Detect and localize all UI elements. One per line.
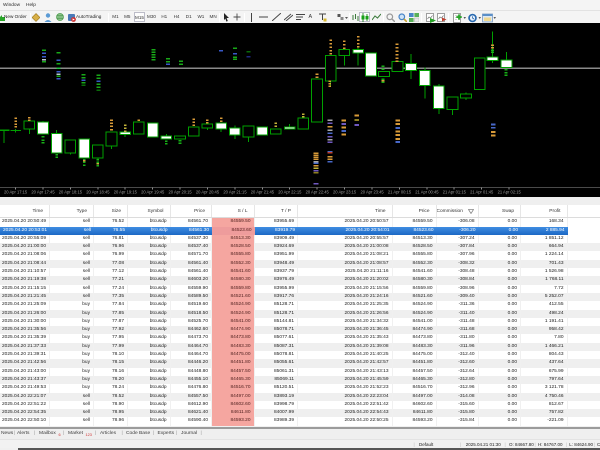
svg-text:20 Apr 18:45: 20 Apr 18:45 [86,190,110,195]
svg-text:20 Apr 19:45: 20 Apr 19:45 [141,190,165,195]
svg-text:20 Apr 23:45: 20 Apr 23:45 [360,190,384,195]
svg-text:21 Apr 00:45: 21 Apr 00:45 [415,190,439,195]
svg-text:20 Apr 22:45: 20 Apr 22:45 [306,190,330,195]
svg-text:21 Apr 01:45: 21 Apr 01:45 [470,190,494,195]
svg-text:20 Apr 19:15: 20 Apr 19:15 [114,190,138,195]
svg-text:20 Apr 17:15: 20 Apr 17:15 [4,190,28,195]
svg-text:21 Apr 00:15: 21 Apr 00:15 [388,190,412,195]
svg-text:20 Apr 18:15: 20 Apr 18:15 [59,190,83,195]
svg-text:20 Apr 21:15: 20 Apr 21:15 [223,190,247,195]
svg-text:21 Apr 02:15: 21 Apr 02:15 [498,190,522,195]
svg-text:20 Apr 22:15: 20 Apr 22:15 [278,190,302,195]
svg-text:20 Apr 20:15: 20 Apr 20:15 [168,190,192,195]
svg-text:20 Apr 20:45: 20 Apr 20:45 [196,190,220,195]
svg-text:20 Apr 21:45: 20 Apr 21:45 [251,190,275,195]
svg-text:20 Apr 17:45: 20 Apr 17:45 [31,190,55,195]
svg-text:20 Apr 23:15: 20 Apr 23:15 [333,190,357,195]
svg-text:21 Apr 01:15: 21 Apr 01:15 [443,190,467,195]
